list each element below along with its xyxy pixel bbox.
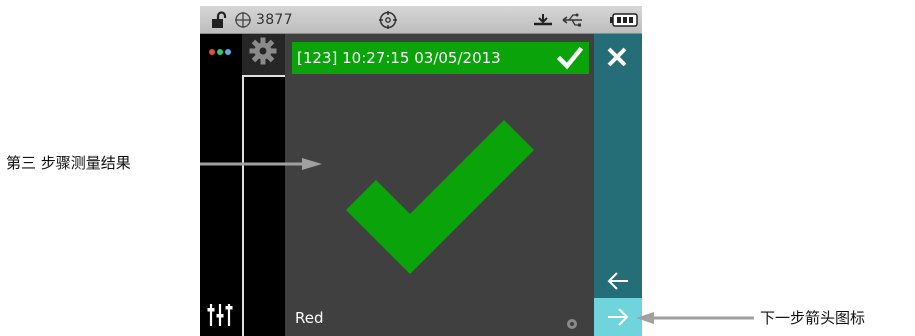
measurement-count: 3877	[256, 11, 293, 28]
measurement-header: [123] 10:27:15 03/05/2013	[292, 42, 589, 74]
battery-icon	[610, 6, 638, 33]
sliders-icon[interactable]	[206, 300, 238, 330]
target-icon	[378, 6, 398, 33]
unlock-icon	[210, 6, 228, 33]
indicator-dot-icon	[566, 315, 578, 329]
status-bar: 3877	[200, 6, 642, 34]
measurement-timestamp: [123] 10:27:15 03/05/2013	[297, 49, 501, 67]
left-sidebar	[200, 34, 242, 336]
gear-icon[interactable]	[248, 36, 278, 66]
arrow-right-icon	[606, 306, 630, 332]
next-arrow-callout: 下一步箭头图标	[760, 309, 866, 327]
close-button[interactable]	[594, 40, 642, 74]
dots-menu-icon[interactable]	[206, 44, 238, 60]
usb-icon	[560, 6, 584, 33]
crosshair-icon	[234, 6, 252, 33]
callout-arrow-left	[200, 156, 322, 170]
right-action-bar	[594, 34, 642, 336]
arrow-left-icon	[606, 270, 630, 296]
color-name-label: Red	[295, 309, 324, 327]
back-button[interactable]	[594, 264, 642, 298]
next-button[interactable]	[594, 298, 642, 336]
sidebar-tab-panel	[242, 75, 285, 336]
callout-arrow-right	[636, 310, 754, 324]
step-result-callout: 第三 步骤测量结果	[6, 154, 131, 172]
antenna-icon	[533, 6, 553, 33]
large-check-icon	[344, 120, 534, 274]
check-icon	[556, 46, 584, 70]
close-icon	[606, 46, 628, 72]
device-screen: 3877 [123] 10:27:15 03/05/2013 Red	[200, 6, 642, 336]
